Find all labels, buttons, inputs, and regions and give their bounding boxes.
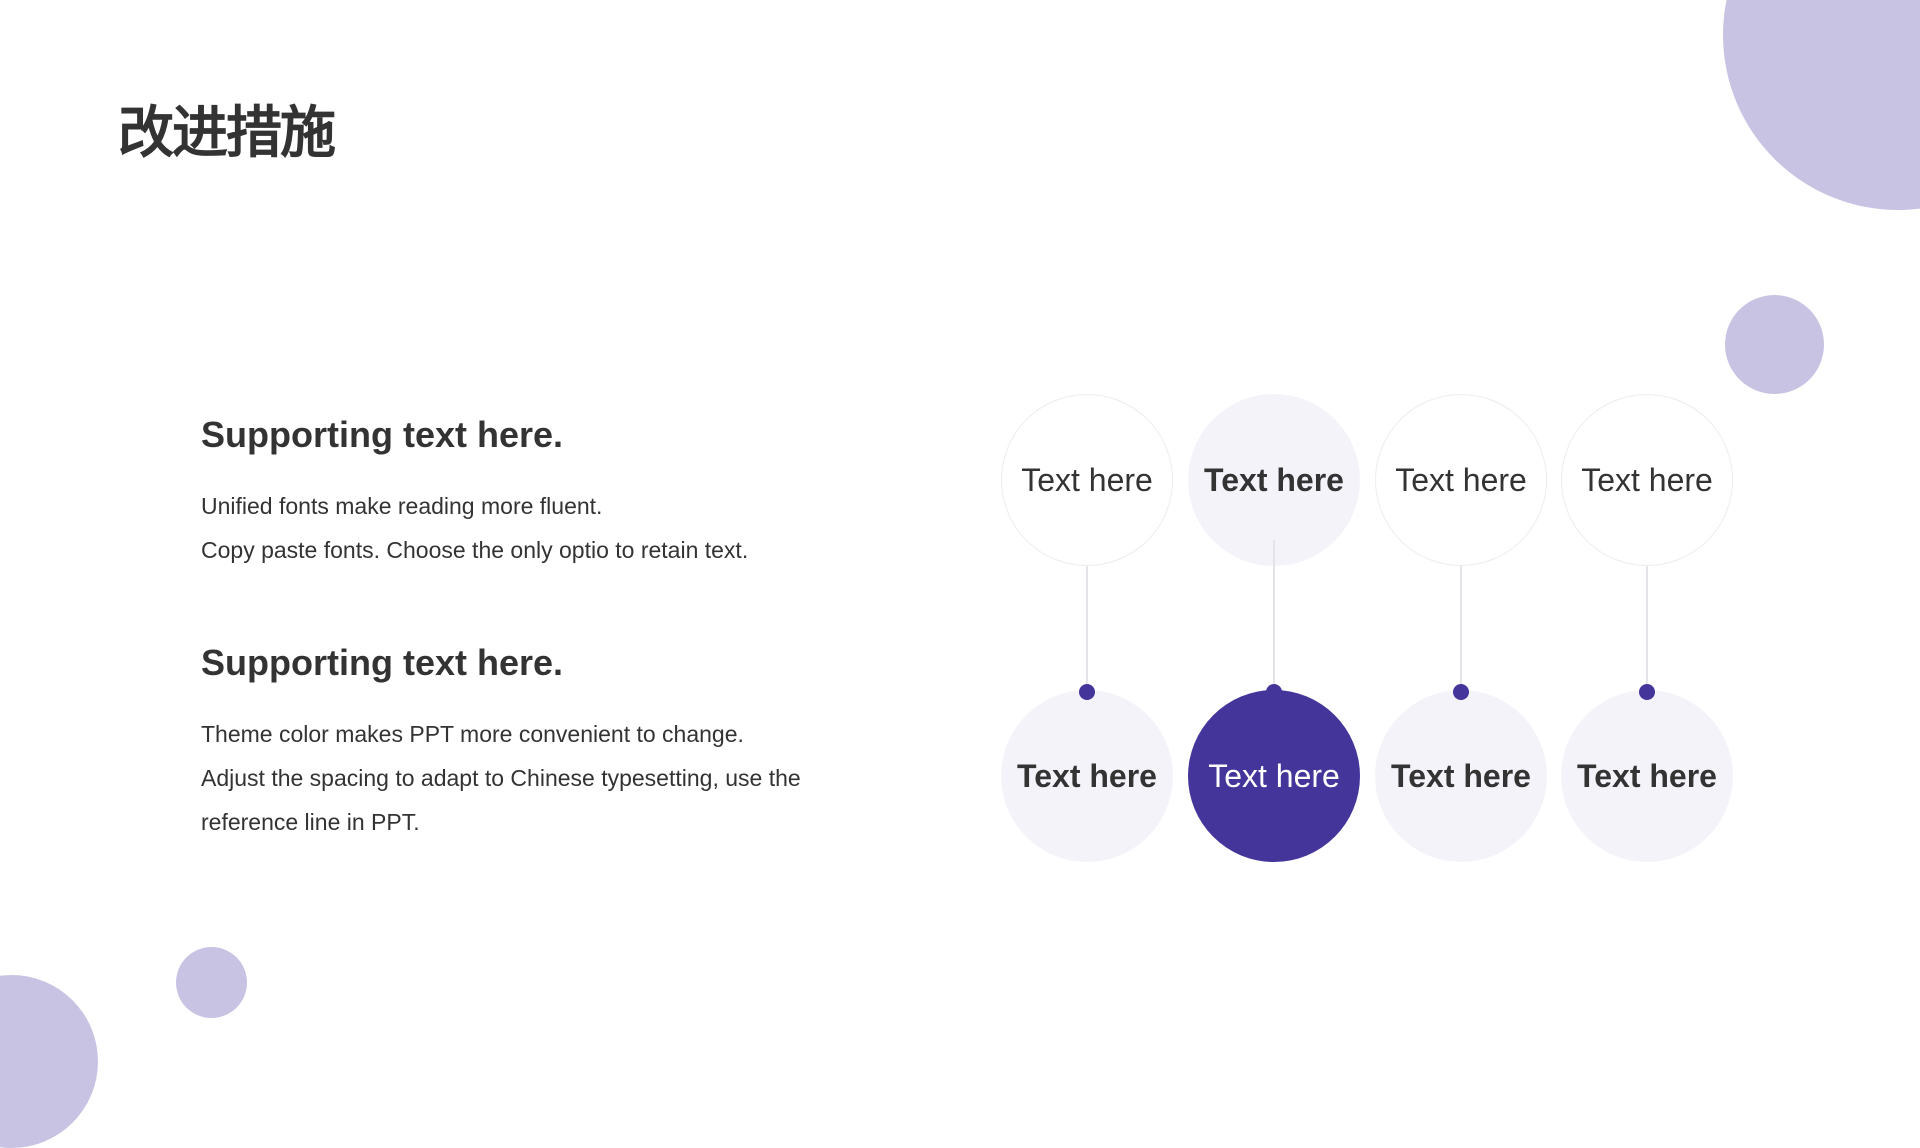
- top-circle-label: Text here: [1395, 461, 1527, 498]
- top-circle-label: Text here: [1021, 461, 1153, 498]
- section-body: Theme color makes PPT more convenient to…: [201, 712, 901, 844]
- decor-circle-small-bottom-left: [176, 947, 247, 1018]
- bottom-circle-label: Text here: [1391, 757, 1531, 794]
- section-line: Theme color makes PPT more convenient to…: [201, 721, 744, 747]
- connector-dot: [1453, 684, 1469, 700]
- bottom-circle: Text here: [1001, 690, 1173, 862]
- top-circle-label: Text here: [1204, 461, 1344, 498]
- connector-line: [1460, 540, 1462, 690]
- top-circle: Text here: [1188, 394, 1360, 566]
- connector-dot: [1266, 684, 1282, 700]
- bottom-circle-label: Text here: [1577, 757, 1717, 794]
- section-line: reference line in PPT.: [201, 809, 420, 835]
- bottom-circle-label: Text here: [1208, 757, 1340, 794]
- decor-circle-small-right: [1725, 295, 1824, 394]
- top-circle: Text here: [1375, 394, 1547, 566]
- bottom-circle: Text here: [1375, 690, 1547, 862]
- bottom-circle: Text here: [1561, 690, 1733, 862]
- decor-circle-bottom-left: [0, 975, 98, 1148]
- section-heading: Supporting text here.: [201, 414, 564, 455]
- supporting-section-2: Supporting text here. Theme color makes …: [201, 640, 901, 844]
- bottom-circle-highlighted: Text here: [1188, 690, 1360, 862]
- top-circle: Text here: [1001, 394, 1173, 566]
- connector-line: [1646, 540, 1648, 690]
- decor-circle-large-top-right: [1723, 0, 1920, 210]
- top-circle: Text here: [1561, 394, 1733, 566]
- connector-line: [1086, 540, 1088, 690]
- section-heading: Supporting text here.: [201, 642, 564, 683]
- section-line: Unified fonts make reading more fluent.: [201, 493, 603, 519]
- slide-title: 改进措施: [118, 101, 336, 166]
- connector-dot: [1079, 684, 1095, 700]
- section-line: Adjust the spacing to adapt to Chinese t…: [201, 765, 801, 791]
- section-body: Unified fonts make reading more fluent. …: [201, 484, 901, 572]
- bottom-circle-label: Text here: [1017, 757, 1157, 794]
- top-circle-label: Text here: [1581, 461, 1713, 498]
- connector-dot: [1639, 684, 1655, 700]
- connector-line: [1273, 540, 1275, 690]
- section-line: Copy paste fonts. Choose the only optio …: [201, 537, 749, 563]
- supporting-section-1: Supporting text here. Unified fonts make…: [201, 412, 901, 572]
